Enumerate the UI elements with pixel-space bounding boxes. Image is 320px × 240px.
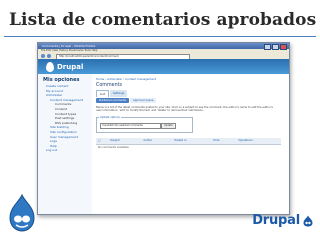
comments-table: □ Subject Author Posted in Time Operatio… [96, 137, 281, 151]
operation-select[interactable]: Unpublish the selected comments [100, 122, 161, 129]
minimize-icon[interactable] [264, 44, 271, 50]
drupal-logo-icon[interactable] [46, 62, 54, 72]
table-row: No comments available. [96, 144, 281, 151]
drupal-brand-icon [303, 215, 313, 227]
update-button[interactable]: Update [161, 122, 176, 129]
back-icon[interactable] [41, 54, 45, 58]
web-page: Drupal Mis opciones Create content My ac… [38, 59, 289, 214]
close-icon[interactable] [280, 44, 287, 50]
site-header: Drupal [38, 59, 289, 74]
breadcrumb[interactable]: Home › Administer › Content management [96, 77, 286, 81]
sidebar-item-log-out[interactable]: Log out [38, 148, 92, 153]
page-description: Below is a list of the latest comments p… [96, 106, 273, 113]
page-title: Comments [96, 83, 123, 88]
empty-message: No comments available. [98, 146, 130, 150]
main-content: Home › Administer › Content management C… [96, 74, 286, 214]
tab-list[interactable]: List [96, 90, 109, 97]
site-name[interactable]: Drupal [57, 63, 83, 71]
window-titlebar: Comments | Drupal - Mozilla Firefox [38, 43, 289, 50]
window-title: Comments | Drupal - Mozilla Firefox [42, 44, 96, 48]
secondary-tabs: Published comments Approval queue [96, 98, 286, 103]
forward-icon[interactable] [47, 54, 51, 58]
maximize-icon[interactable] [272, 44, 279, 50]
title-rule [4, 36, 316, 37]
sidebar-heading: Mis opciones [43, 77, 80, 83]
primary-tabs: List Settings [96, 90, 286, 97]
tab-settings[interactable]: Settings [109, 90, 128, 97]
update-options-legend[interactable]: Update options [99, 115, 121, 119]
tab-approval-queue[interactable]: Approval queue [130, 98, 157, 103]
tab-published-comments[interactable]: Published comments [96, 98, 129, 103]
footer-brand: Drupal [252, 213, 300, 228]
slide-title: Lista de comentarios aprobados [9, 10, 317, 30]
browser-screenshot: Comments | Drupal - Mozilla Firefox File… [37, 42, 290, 215]
drupal-drop-icon [9, 193, 35, 232]
update-options-fieldset: Update options Unpublish the selected co… [96, 115, 193, 133]
sidebar: Mis opciones Create content My account A… [38, 74, 92, 214]
